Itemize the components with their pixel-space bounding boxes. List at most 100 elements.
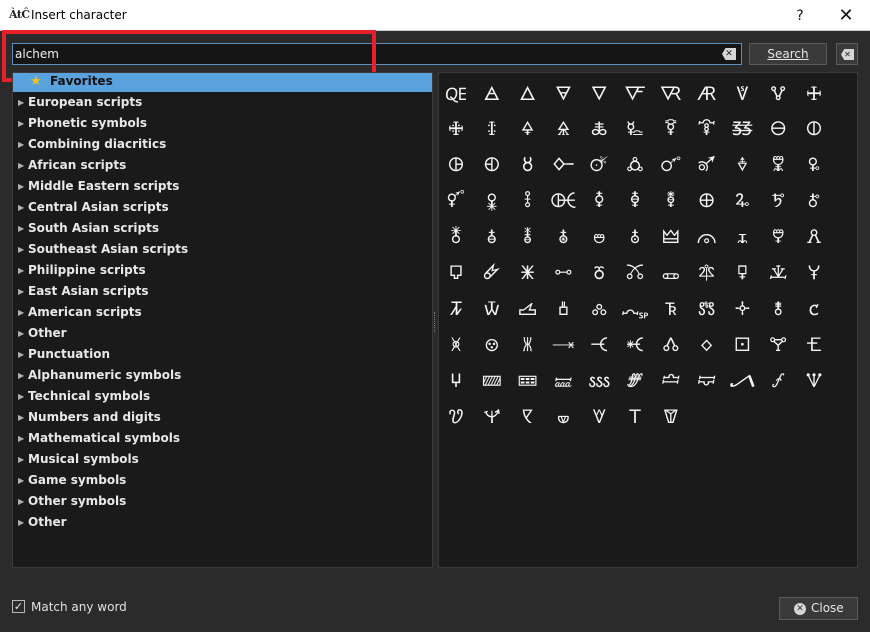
category-item[interactable]: ▶ Other <box>13 323 432 344</box>
character-cell[interactable]: 🜁 <box>474 76 510 112</box>
expand-arrow-icon[interactable]: ▶ <box>18 512 24 533</box>
category-item[interactable]: ▶ Alphanumeric symbols <box>13 365 432 386</box>
character-cell[interactable]: 🜃 <box>545 76 581 112</box>
character-cell[interactable]: 🝛 <box>545 363 581 399</box>
category-item[interactable]: ▶ Mathematical symbols <box>13 428 432 449</box>
expand-arrow-icon[interactable]: ▶ <box>18 197 24 218</box>
help-button[interactable]: ? <box>778 0 822 31</box>
character-cell[interactable]: 🝜 <box>581 363 617 399</box>
category-item[interactable]: ▶ Phonetic symbols <box>13 113 432 134</box>
character-cell[interactable]: 🜧 <box>653 184 689 220</box>
character-cell[interactable]: 🜼 <box>617 256 653 292</box>
category-item[interactable]: ▶ Philippine scripts <box>13 260 432 281</box>
category-item[interactable]: ▶ Technical symbols <box>13 386 432 407</box>
character-cell[interactable]: 🝥 <box>510 399 546 435</box>
character-cell[interactable]: 🜛 <box>617 148 653 184</box>
expand-arrow-icon[interactable]: ▶ <box>18 344 24 365</box>
character-cell[interactable]: 🜸 <box>474 256 510 292</box>
category-item[interactable]: ▶ European scripts <box>13 92 432 113</box>
character-cell[interactable]: 🜮 <box>510 220 546 256</box>
character-cell[interactable]: 🝢 <box>796 363 832 399</box>
character-cell[interactable]: 🜖 <box>439 148 474 184</box>
character-cell[interactable]: 🜆 <box>653 76 689 112</box>
character-cell[interactable]: 🜓 <box>724 112 760 148</box>
character-cell[interactable]: 🝇 <box>617 291 653 327</box>
character-cell[interactable]: 🝆 <box>581 291 617 327</box>
expand-arrow-icon[interactable]: ▶ <box>18 428 24 449</box>
expand-arrow-icon[interactable]: ▶ <box>18 281 24 302</box>
expand-arrow-icon[interactable]: ▶ <box>18 449 24 470</box>
character-cell[interactable]: 🝙 <box>474 363 510 399</box>
character-cell[interactable]: 🝖 <box>760 327 796 363</box>
character-cell[interactable]: 🝧 <box>581 399 617 435</box>
character-cell[interactable]: 🜉 <box>760 76 796 112</box>
character-cell[interactable]: 🜘 <box>510 148 546 184</box>
character-cell[interactable]: 🜻 <box>581 256 617 292</box>
character-cell[interactable]: 🜲 <box>653 220 689 256</box>
character-cell[interactable]: 🜷 <box>439 256 474 292</box>
character-cell[interactable]: 🜏 <box>581 112 617 148</box>
character-cell[interactable]: 🜜 <box>653 148 689 184</box>
character-cell[interactable]: 🜕 <box>796 112 832 148</box>
character-cell[interactable]: 🜐 <box>617 112 653 148</box>
character-cell[interactable]: 🜇 <box>689 76 725 112</box>
category-item[interactable]: ▶ Combining diacritics <box>13 134 432 155</box>
character-cell[interactable]: 🜫 <box>796 184 832 220</box>
character-cell[interactable]: 🜺 <box>545 256 581 292</box>
character-cell[interactable]: 🝨 <box>617 399 653 435</box>
character-cell[interactable]: 🜤 <box>545 184 581 220</box>
category-item[interactable]: ▶ Southeast Asian scripts <box>13 239 432 260</box>
character-cell[interactable]: 🜂 <box>510 76 546 112</box>
character-cell[interactable]: 🜊 <box>796 76 832 112</box>
character-cell[interactable]: 🜩 <box>724 184 760 220</box>
category-item[interactable]: ▶ American scripts <box>13 302 432 323</box>
character-cell[interactable]: 🜍 <box>510 112 546 148</box>
character-cell[interactable]: 🜽 <box>653 256 689 292</box>
expand-arrow-icon[interactable]: ▶ <box>18 470 24 491</box>
character-cell[interactable]: 🝎 <box>474 327 510 363</box>
expand-arrow-icon[interactable]: ▶ <box>18 323 24 344</box>
character-cell[interactable]: 🝔 <box>689 327 725 363</box>
character-cell[interactable]: 🝘 <box>439 363 474 399</box>
character-cell[interactable]: 🝍 <box>439 327 474 363</box>
character-cell[interactable]: 🜑 <box>653 112 689 148</box>
character-cell[interactable]: 🜌 <box>474 112 510 148</box>
match-any-word-checkbox[interactable]: ✓ <box>12 600 25 613</box>
expand-arrow-icon[interactable]: ▶ <box>18 155 24 176</box>
character-cell[interactable]: 🝃 <box>474 291 510 327</box>
character-cell[interactable]: 🜰 <box>581 220 617 256</box>
character-cell[interactable]: 🜎 <box>545 112 581 148</box>
category-item[interactable]: ▶ Central Asian scripts <box>13 197 432 218</box>
character-cell[interactable]: 🜦 <box>617 184 653 220</box>
character-cell[interactable]: 🜢 <box>474 184 510 220</box>
category-item[interactable]: ▶ Other <box>13 512 432 533</box>
expand-arrow-icon[interactable]: ▶ <box>18 134 24 155</box>
expand-arrow-icon[interactable]: ▶ <box>18 386 24 407</box>
character-cell[interactable]: 🜬 <box>439 220 474 256</box>
character-cell[interactable]: 🜿 <box>724 256 760 292</box>
category-item[interactable]: ▶ Musical symbols <box>13 449 432 470</box>
expand-arrow-icon[interactable]: ▶ <box>18 407 24 428</box>
search-button[interactable]: Search <box>749 43 827 65</box>
character-cell[interactable]: 🝚 <box>510 363 546 399</box>
character-cell[interactable]: 🜵 <box>760 220 796 256</box>
character-cell[interactable]: 🜳 <box>689 220 725 256</box>
character-cell[interactable]: 🝅 <box>545 291 581 327</box>
character-cell[interactable]: 🜒 <box>689 112 725 148</box>
character-cell[interactable]: 🝐 <box>545 327 581 363</box>
character-cell[interactable]: 🜪 <box>760 184 796 220</box>
character-cell[interactable]: 🜨 <box>689 184 725 220</box>
category-item[interactable]: ▶ Middle Eastern scripts <box>13 176 432 197</box>
character-cell[interactable]: 🜀 <box>439 76 474 112</box>
character-cell[interactable]: 🜞 <box>724 148 760 184</box>
character-cell[interactable]: 🝓 <box>653 327 689 363</box>
character-cell[interactable]: 🝊 <box>724 291 760 327</box>
character-cell[interactable]: 🝕 <box>724 327 760 363</box>
character-cell[interactable]: 🝞 <box>653 363 689 399</box>
character-cell[interactable]: 🝠 <box>724 363 760 399</box>
close-search-button[interactable]: ✕ <box>836 43 858 65</box>
category-item[interactable]: ▶ African scripts <box>13 155 432 176</box>
character-cell[interactable]: 🜯 <box>545 220 581 256</box>
category-item[interactable]: ▶ South Asian scripts <box>13 218 432 239</box>
expand-arrow-icon[interactable]: ▶ <box>18 218 24 239</box>
